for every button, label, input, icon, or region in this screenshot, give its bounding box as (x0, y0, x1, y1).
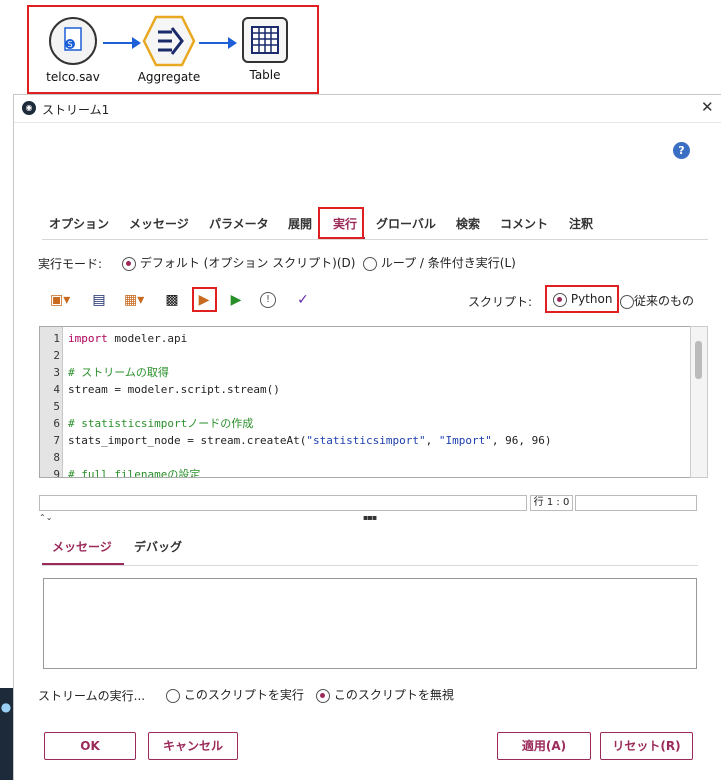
node-label: Table (249, 68, 281, 82)
exec-mode-default-label: デフォルト (オプション スクリプト)(D) (139, 256, 356, 270)
spss-file-icon: S (49, 17, 97, 65)
tab-annotations[interactable]: 注釈 (569, 210, 593, 238)
node-aggregate[interactable]: Aggregate (129, 14, 209, 84)
user-icon: ● (0, 700, 12, 714)
highlight-box (192, 287, 217, 312)
import-script-icon[interactable]: ▣▾ (50, 291, 70, 309)
tab-search[interactable]: 検索 (456, 210, 480, 238)
script-python-label: Python (570, 292, 613, 306)
close-icon[interactable]: ✕ (701, 98, 714, 116)
run-selected-icon[interactable]: ▶ (227, 291, 245, 309)
help-icon[interactable]: ? (673, 142, 690, 159)
code-token: # ストリームの取得 (68, 366, 169, 379)
node-label: telco.sav (46, 70, 100, 84)
tab-deploy[interactable]: 展開 (288, 210, 312, 238)
code-line: # ストリームの取得 (68, 364, 169, 381)
dialog-title: ストリーム1 (42, 103, 110, 117)
line-number: 2 (53, 349, 60, 362)
scrollbar-thumb[interactable] (695, 341, 702, 379)
aggregate-icon (142, 15, 196, 67)
status-field-extra (575, 495, 697, 511)
code-token: stats_import_node = stream.createAt( (68, 434, 307, 447)
exec-mode-label: 実行モード: (38, 257, 103, 271)
code-token: "Import" (438, 434, 492, 447)
code-line: import modeler.api (68, 330, 187, 347)
highlight-box (318, 207, 364, 239)
bottom-tabs: メッセージ デバッグ (42, 531, 698, 566)
export-script-icon[interactable]: ▦▾ (124, 291, 144, 309)
code-token: # statisticsimportノードの作成 (68, 417, 254, 430)
tab-messages[interactable]: メッセージ (129, 210, 189, 238)
table-icon (242, 17, 288, 63)
exec-mode-loop-label: ループ / 条件付き実行(L) (380, 256, 516, 270)
save-script-icon[interactable]: ▤ (90, 291, 108, 309)
stream-canvas: S telco.sav Aggregate Table (27, 5, 319, 94)
splitter-handle[interactable]: ▪▪▪ (363, 513, 377, 523)
script-python-radio[interactable]: Python (553, 292, 612, 307)
line-number: 7 (53, 434, 60, 447)
code-token: modeler.api (107, 332, 188, 345)
tab-global[interactable]: グローバル (376, 210, 436, 238)
status-field (39, 495, 527, 511)
line-number: 5 (53, 400, 60, 413)
tab-comments[interactable]: コメント (500, 210, 548, 238)
code-line: stats_import_node = stream.createAt("sta… (68, 432, 551, 449)
svg-text:S: S (67, 40, 72, 49)
message-output-area[interactable] (43, 578, 697, 669)
tab-options[interactable]: オプション (49, 210, 109, 238)
print-icon[interactable]: ▩ (163, 291, 181, 309)
stream-exec-run-radio[interactable]: このスクリプトを実行 (166, 686, 304, 703)
app-icon: ◉ (22, 101, 36, 115)
editor-scrollbar[interactable] (690, 326, 708, 478)
code-token: , 96, 96) (491, 434, 552, 447)
node-telco-sav[interactable]: S telco.sav (33, 16, 113, 84)
script-label: スクリプト: (468, 295, 533, 309)
stream-exec-label: ストリームの実行... (38, 689, 146, 703)
stream-exec-run-label: このスクリプトを実行 (183, 688, 304, 702)
line-number-gutter: 1 2 3 4 5 6 7 8 9 (40, 327, 63, 478)
code-line: # full filenameの設定 (68, 466, 201, 478)
dialog-titlebar: ◉ ストリーム1 ✕ (14, 95, 721, 123)
active-tab-indicator (42, 563, 124, 565)
line-number: 1 (53, 332, 60, 345)
dialog-tabs: オプション メッセージ パラメータ 展開 実行 グローバル 検索 コメント 注釈 (42, 210, 708, 240)
line-number: 9 (53, 468, 60, 478)
script-editor[interactable]: 1 2 3 4 5 6 7 8 9 import modeler.api # ストリームの取得 st… (39, 326, 698, 478)
stream-dialog: ◉ ストリーム1 ✕ ? オプション メッセージ パラメータ 展開 実行 グロー… (13, 94, 721, 780)
tab-messages-output[interactable]: メッセージ (52, 538, 112, 555)
cancel-button[interactable]: キャンセル (148, 732, 238, 760)
node-table[interactable]: Table (225, 16, 305, 82)
check-syntax-icon[interactable]: ! (260, 292, 276, 308)
code-line: stream = modeler.script.stream() (68, 381, 280, 398)
stream-exec-ignore-radio[interactable]: このスクリプトを無視 (316, 686, 454, 703)
code-token: import (68, 332, 108, 345)
line-number: 8 (53, 451, 60, 464)
line-number: 6 (53, 417, 60, 430)
code-token: stream = modeler.script.stream() (68, 383, 280, 396)
debug-icon[interactable]: ✓ (294, 291, 312, 309)
code-line: # statisticsimportノードの作成 (68, 415, 253, 432)
node-label: Aggregate (137, 70, 201, 84)
code-token: # full filenameの設定 (68, 468, 201, 478)
ok-button[interactable]: OK (44, 732, 136, 760)
line-number: 3 (53, 366, 60, 379)
script-legacy-radio[interactable]: 従来のもの (620, 292, 694, 309)
apply-button[interactable]: 適用(A) (497, 732, 591, 760)
script-legacy-label: 従来のもの (634, 294, 695, 308)
code-token: "statisticsimport" (306, 434, 426, 447)
tab-parameters[interactable]: パラメータ (209, 210, 269, 238)
exec-mode-loop-radio[interactable]: ループ / 条件付き実行(L) (363, 254, 516, 271)
reset-button[interactable]: リセット(R) (600, 732, 693, 760)
code-token: , (425, 434, 439, 447)
collapse-expand-icon[interactable]: ⌃⌄ (39, 513, 63, 523)
stream-exec-ignore-label: このスクリプトを無視 (333, 688, 454, 702)
cursor-position: 行 1 : 0 (530, 495, 573, 511)
tab-debug[interactable]: デバッグ (134, 538, 182, 555)
exec-mode-default-radio[interactable]: デフォルト (オプション スクリプト)(D) (122, 254, 355, 271)
line-number: 4 (53, 383, 60, 396)
